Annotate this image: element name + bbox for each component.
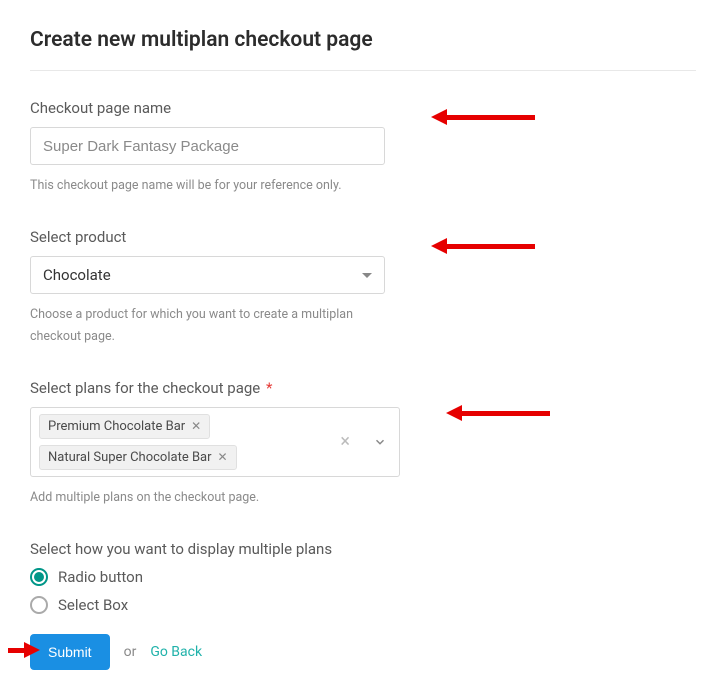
plan-tag-label: Premium Chocolate Bar [48, 419, 185, 434]
select-product-value: Chocolate [43, 266, 111, 284]
form-actions: Submit or Go Back [30, 634, 696, 670]
clear-all-icon[interactable]: × [330, 431, 360, 452]
select-plans-label-text: Select plans for the checkout page [30, 379, 260, 397]
annotation-arrow-icon [445, 115, 535, 120]
required-asterisk: * [266, 379, 272, 397]
field-checkout-name: Checkout page name This checkout page na… [30, 99, 696, 196]
radio-icon [30, 568, 48, 586]
page-title: Create new multiplan checkout page [30, 28, 696, 71]
radio-icon [30, 596, 48, 614]
select-product-label: Select product [30, 228, 696, 246]
chevron-down-icon [373, 435, 387, 449]
plan-tag: Natural Super Chocolate Bar ✕ [39, 445, 237, 470]
select-plans-helper: Add multiple plans on the checkout page. [30, 487, 385, 508]
go-back-link[interactable]: Go Back [150, 644, 202, 660]
radio-option-select-box[interactable]: Select Box [30, 596, 696, 614]
select-plans-label: Select plans for the checkout page * [30, 379, 696, 397]
remove-tag-icon[interactable]: ✕ [218, 450, 228, 464]
annotation-arrow-icon [445, 244, 535, 249]
submit-button[interactable]: Submit [30, 634, 110, 670]
remove-tag-icon[interactable]: ✕ [191, 419, 201, 433]
plan-tag-label: Natural Super Chocolate Bar [48, 450, 212, 465]
checkout-name-helper: This checkout page name will be for your… [30, 175, 385, 196]
plans-tags-area: Premium Chocolate Bar ✕ Natural Super Ch… [31, 408, 330, 476]
radio-option-radio-button[interactable]: Radio button [30, 568, 696, 586]
multiselect-controls: × [330, 408, 399, 476]
radio-checked-icon [34, 572, 44, 582]
or-text: or [124, 644, 137, 660]
select-product-dropdown[interactable]: Chocolate [30, 256, 385, 294]
radio-label: Radio button [58, 568, 143, 586]
field-select-product: Select product Chocolate Choose a produc… [30, 228, 696, 347]
annotation-arrow-icon [8, 648, 26, 653]
checkout-name-label: Checkout page name [30, 99, 696, 117]
plan-tag: Premium Chocolate Bar ✕ [39, 414, 210, 439]
checkout-name-input[interactable] [30, 127, 385, 165]
caret-down-icon [362, 273, 372, 278]
select-plans-multiselect[interactable]: Premium Chocolate Bar ✕ Natural Super Ch… [30, 407, 400, 477]
display-mode-label: Select how you want to display multiple … [30, 540, 696, 558]
expand-plans-icon[interactable] [361, 435, 399, 449]
display-radio-group: Radio button Select Box [30, 568, 696, 614]
field-display-mode: Select how you want to display multiple … [30, 540, 696, 614]
annotation-arrow-icon [460, 411, 550, 416]
select-product-helper: Choose a product for which you want to c… [30, 304, 385, 347]
field-select-plans: Select plans for the checkout page * Pre… [30, 379, 696, 508]
radio-label: Select Box [58, 596, 128, 614]
